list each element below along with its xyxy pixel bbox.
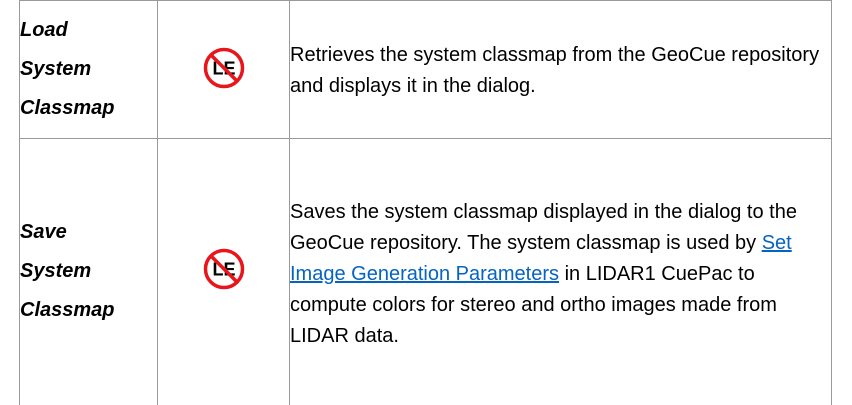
no-le-icon: LE	[203, 249, 244, 290]
description-cell: Saves the system classmap displayed in t…	[289, 138, 832, 405]
command-name-cell: Save System Classmap	[19, 138, 158, 405]
table-row: Save System Classmap LE Saves the system…	[19, 138, 832, 405]
command-name-line: Save	[20, 221, 67, 244]
command-name-cell: Load System Classmap	[19, 0, 158, 139]
description-cell: Retrieves the system classmap from the G…	[289, 0, 832, 139]
icon-cell: LE	[157, 0, 290, 139]
command-name-line: System	[20, 58, 92, 80]
icon-cell: LE	[157, 138, 290, 405]
description-text: Saves the system classmap displayed in t…	[290, 201, 797, 255]
command-name-line: Load	[20, 19, 68, 41]
command-table: Load System Classmap LE Retrieves the sy…	[19, 0, 832, 405]
command-name-line: System	[20, 260, 92, 283]
no-le-icon: LE	[203, 47, 244, 89]
command-name-line: Classmap	[20, 299, 115, 322]
table-row: Load System Classmap LE Retrieves the sy…	[19, 0, 832, 139]
command-name-line: Classmap	[20, 97, 115, 119]
